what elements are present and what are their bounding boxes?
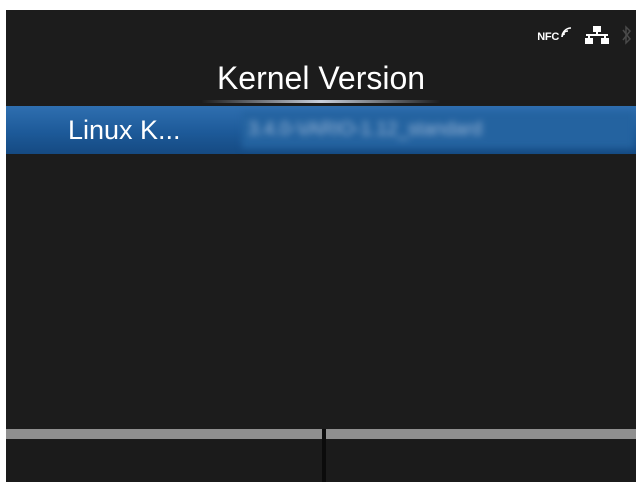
nfc-icon: NFC [537, 27, 572, 43]
bluetooth-icon [622, 24, 632, 51]
network-icon [584, 25, 610, 50]
softkey-left[interactable] [6, 429, 322, 482]
list-item-linux-kernel[interactable]: Linux K... 3.4.0-VARIO-1.12_standard [6, 106, 636, 154]
softkey-right[interactable] [326, 429, 636, 482]
printer-display: NFC Kernel Version Linux K... 3.4.0-VARI… [6, 10, 636, 482]
list-item-value: 3.4.0-VARIO-1.12_standard [242, 112, 634, 148]
status-bar: NFC [537, 24, 636, 50]
title-underline [201, 100, 441, 103]
softkey-bar [6, 429, 636, 482]
page-title: Kernel Version [216, 60, 426, 96]
list-item-label: Linux K... [68, 115, 181, 145]
nfc-label: NFC [537, 31, 559, 43]
header: Kernel Version [6, 58, 636, 104]
